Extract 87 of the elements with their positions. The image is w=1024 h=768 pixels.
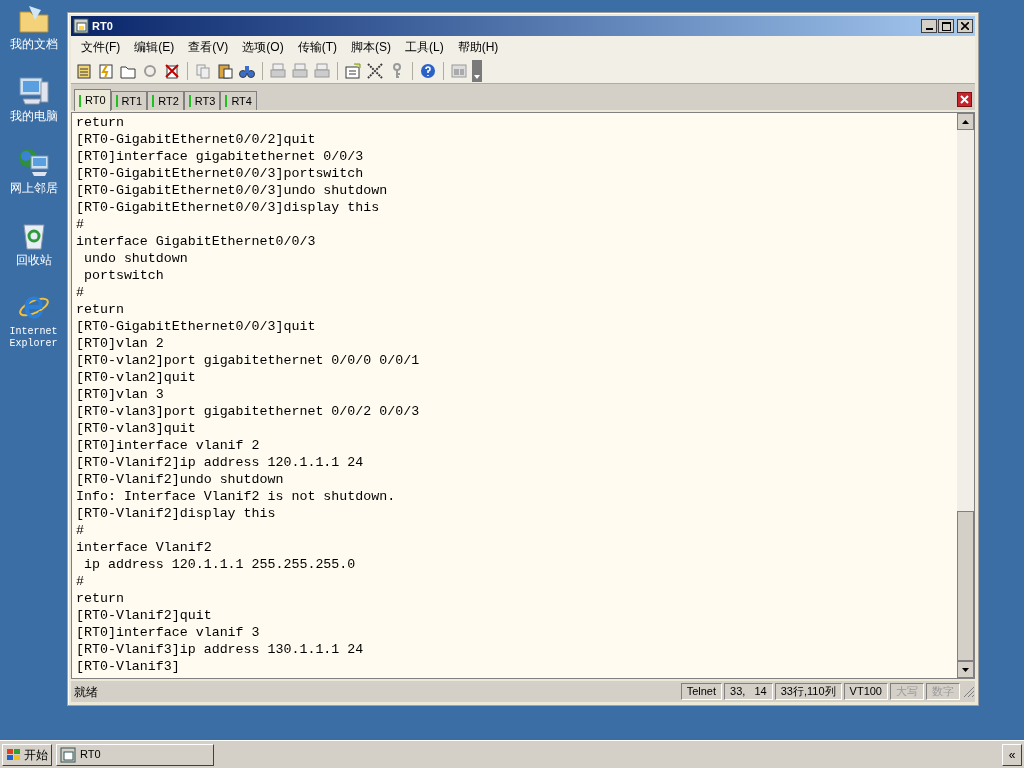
terminal-line: [RT0-Vlanif3] [76, 658, 180, 675]
close-tab-button[interactable] [957, 92, 972, 107]
terminal-line: [RT0]vlan 2 [76, 335, 164, 352]
terminal-line: [RT0-GigabitEthernet0/0/3]display this [76, 199, 380, 216]
desktop-icon-label[interactable]: 网上邻居 [9, 182, 58, 194]
terminal-line: return [76, 114, 124, 131]
help-icon[interactable] [419, 61, 437, 80]
desktop-icon-label[interactable]: 我的文档 [9, 38, 58, 50]
terminal-line: [RT0-vlan2]quit [76, 369, 196, 386]
maximize-icon [941, 21, 951, 31]
terminal-line: portswitch [82, 267, 164, 284]
terminal-line: [RT0-GigabitEthernet0/0/3]quit [76, 318, 316, 335]
terminal-line: # [76, 216, 84, 233]
session-tab[interactable]: RT1 [110, 91, 148, 110]
terminal-line: [RT0-GigabitEthernet0/0/3]undo shutdown [76, 182, 388, 199]
menu-item[interactable]: 工具(L) [400, 38, 449, 56]
terminal-window-icon [60, 746, 76, 763]
session-tab[interactable]: RT4 [220, 91, 257, 110]
terminal-line: [RT0-Vlanif2]undo shutdown [76, 471, 284, 488]
start-button[interactable]: 开始 [2, 743, 52, 766]
scroll-down-button[interactable] [957, 661, 974, 678]
terminal-line: interface GigabitEthernet0/0/3 [76, 233, 316, 250]
terminal-line: [RT0-vlan3]quit [76, 420, 196, 437]
terminal-line: [RT0-GigabitEthernet0/0/2]quit [76, 131, 316, 148]
terminal-line: [RT0]interface vlanif 3 [76, 624, 260, 641]
status-pane: Telnet [680, 683, 723, 700]
desktop-icon-label[interactable]: 回收站 [15, 254, 52, 266]
window-title: RT0 [92, 18, 114, 34]
close-button[interactable] [957, 19, 973, 33]
terminal-line: [RT0-vlan3]port gigabitethernet 0/0/2 0/0/3 [76, 403, 420, 420]
menu-item[interactable]: 选项(O) [237, 38, 289, 56]
lightning-icon[interactable] [97, 61, 115, 80]
terminal-line: [RT0-Vlanif2]ip address 120.1.1.1 24 [76, 454, 364, 471]
resize-grip-icon [962, 685, 975, 698]
menu-item[interactable]: 脚本(S) [346, 38, 396, 56]
clipboard-icon[interactable] [216, 61, 234, 80]
menu-item[interactable]: 编辑(E) [129, 38, 180, 56]
terminal-line: [RT0]interface vlanif 2 [76, 437, 260, 454]
terminal-line: # [76, 522, 84, 539]
minimize-button[interactable] [921, 19, 937, 33]
scroll-up-button[interactable] [957, 113, 974, 130]
taskbar-button[interactable]: RT0 [56, 743, 214, 766]
terminal-line: # [76, 284, 84, 301]
terminal-line: [RT0-vlan2]port gigabitethernet 0/0/0 0/0/1 [76, 352, 420, 369]
session-tab[interactable]: RT2 [147, 91, 184, 110]
connect-icon[interactable] [75, 61, 93, 80]
windows-logo-icon [6, 747, 22, 762]
status-message: 就绪 [73, 683, 99, 701]
up-arrow-icon [962, 119, 969, 124]
minimize-icon [925, 28, 933, 30]
desktop-icon-label[interactable]: Internet Explorer [7, 326, 60, 350]
caret-icon [474, 74, 480, 79]
terminal-line: # [76, 573, 84, 590]
disconnect-icon[interactable] [163, 61, 181, 80]
terminal-line: [RT0]vlan 3 [76, 386, 164, 403]
status-pane: 数字 [926, 683, 960, 700]
terminal-line: interface Vlanif2 [76, 539, 212, 556]
menu-item[interactable]: 查看(V) [183, 38, 234, 56]
maximize-button[interactable] [938, 19, 954, 33]
session-tab[interactable]: RT3 [183, 91, 221, 110]
close-icon [960, 95, 969, 104]
terminal-line: ip address 120.1.1.1 255.255.255.0 [82, 556, 356, 573]
terminal-window-icon [73, 18, 89, 34]
menu-item[interactable]: 传输(T) [292, 38, 342, 56]
close-icon [961, 22, 969, 30]
terminal-line: [RT0-Vlanif2]quit [76, 607, 212, 624]
tray-expand-button[interactable]: « [1002, 743, 1022, 766]
session-tab[interactable]: RT0 [74, 89, 111, 111]
computer-icon [16, 74, 51, 108]
status-pane: VT100 [843, 683, 888, 700]
scrollbar-thumb[interactable] [957, 511, 974, 661]
menu-item[interactable]: 文件(F) [76, 38, 126, 56]
terminal-line: [RT0-Vlanif3]ip address 130.1.1.1 24 [76, 641, 364, 658]
terminal-line: [RT0-GigabitEthernet0/0/3]portswitch [76, 165, 364, 182]
menu-item[interactable]: 帮助(H) [452, 38, 504, 56]
terminal-line: Info: Interface Vlanif2 is not shutdown. [76, 488, 396, 505]
desktop-icon-label[interactable]: 我的电脑 [9, 110, 58, 122]
terminal-line: [RT0-Vlanif2]display this [76, 505, 276, 522]
status-pane: 33行,110列 [774, 683, 842, 700]
terminal-line: [RT0]interface gigabitethernet 0/0/3 [76, 148, 364, 165]
terminal-line: return [76, 301, 124, 318]
scrollbar[interactable] [957, 113, 974, 678]
status-pane: 33, 14 [724, 683, 773, 700]
terminal-line: return [76, 590, 124, 607]
toolbar-overflow-button[interactable] [472, 59, 482, 82]
terminal-line: undo shutdown [82, 250, 188, 267]
down-arrow-icon [962, 667, 969, 672]
